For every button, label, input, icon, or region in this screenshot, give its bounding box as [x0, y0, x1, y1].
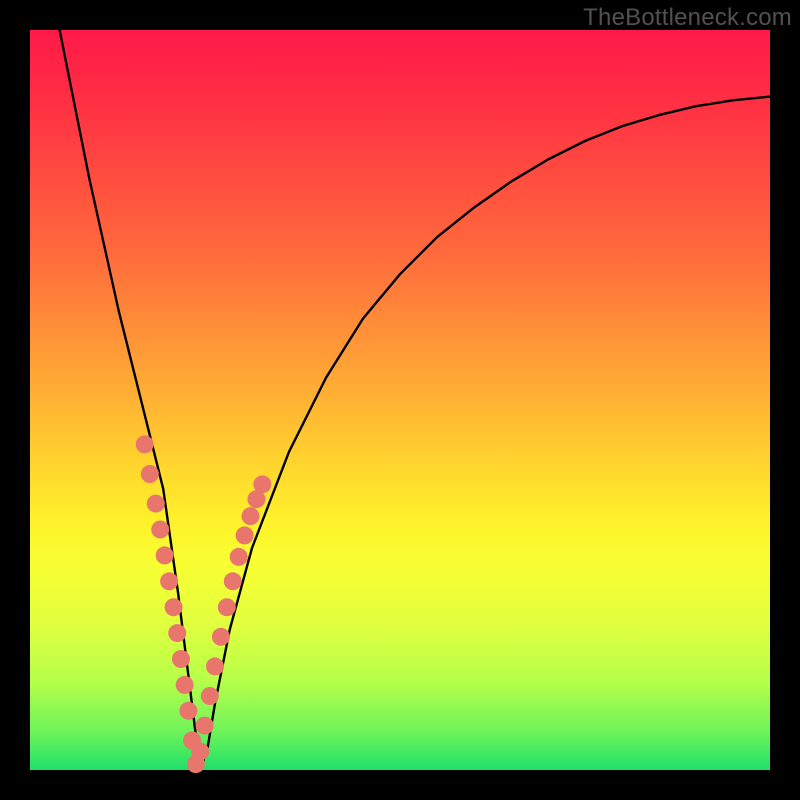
highlight-dot [172, 650, 190, 668]
watermark-text: TheBottleneck.com [583, 4, 792, 32]
highlight-dot [165, 598, 183, 616]
highlight-dot [212, 628, 230, 646]
highlight-dot [191, 743, 209, 761]
highlight-dot [168, 624, 186, 642]
chart-frame: TheBottleneck.com [0, 0, 800, 800]
highlight-markers [136, 435, 272, 773]
highlight-dot [151, 521, 169, 539]
highlight-dot [201, 687, 219, 705]
highlight-dot [236, 526, 254, 544]
curve-group [60, 30, 770, 770]
bottleneck-curve-path [60, 30, 770, 770]
bottleneck-curve-svg [30, 30, 770, 770]
highlight-dot [176, 676, 194, 694]
highlight-dot [242, 507, 260, 525]
plot-area [30, 30, 770, 770]
highlight-dot [179, 702, 197, 720]
highlight-dot [218, 598, 236, 616]
highlight-dot [160, 572, 178, 590]
highlight-dot [206, 657, 224, 675]
highlight-dot [230, 548, 248, 566]
highlight-dot [141, 465, 159, 483]
highlight-dot [136, 435, 154, 453]
highlight-dot [156, 546, 174, 564]
highlight-dot [147, 495, 165, 513]
highlight-dot [224, 572, 242, 590]
highlight-dot [196, 717, 214, 735]
highlight-dot [253, 475, 271, 493]
